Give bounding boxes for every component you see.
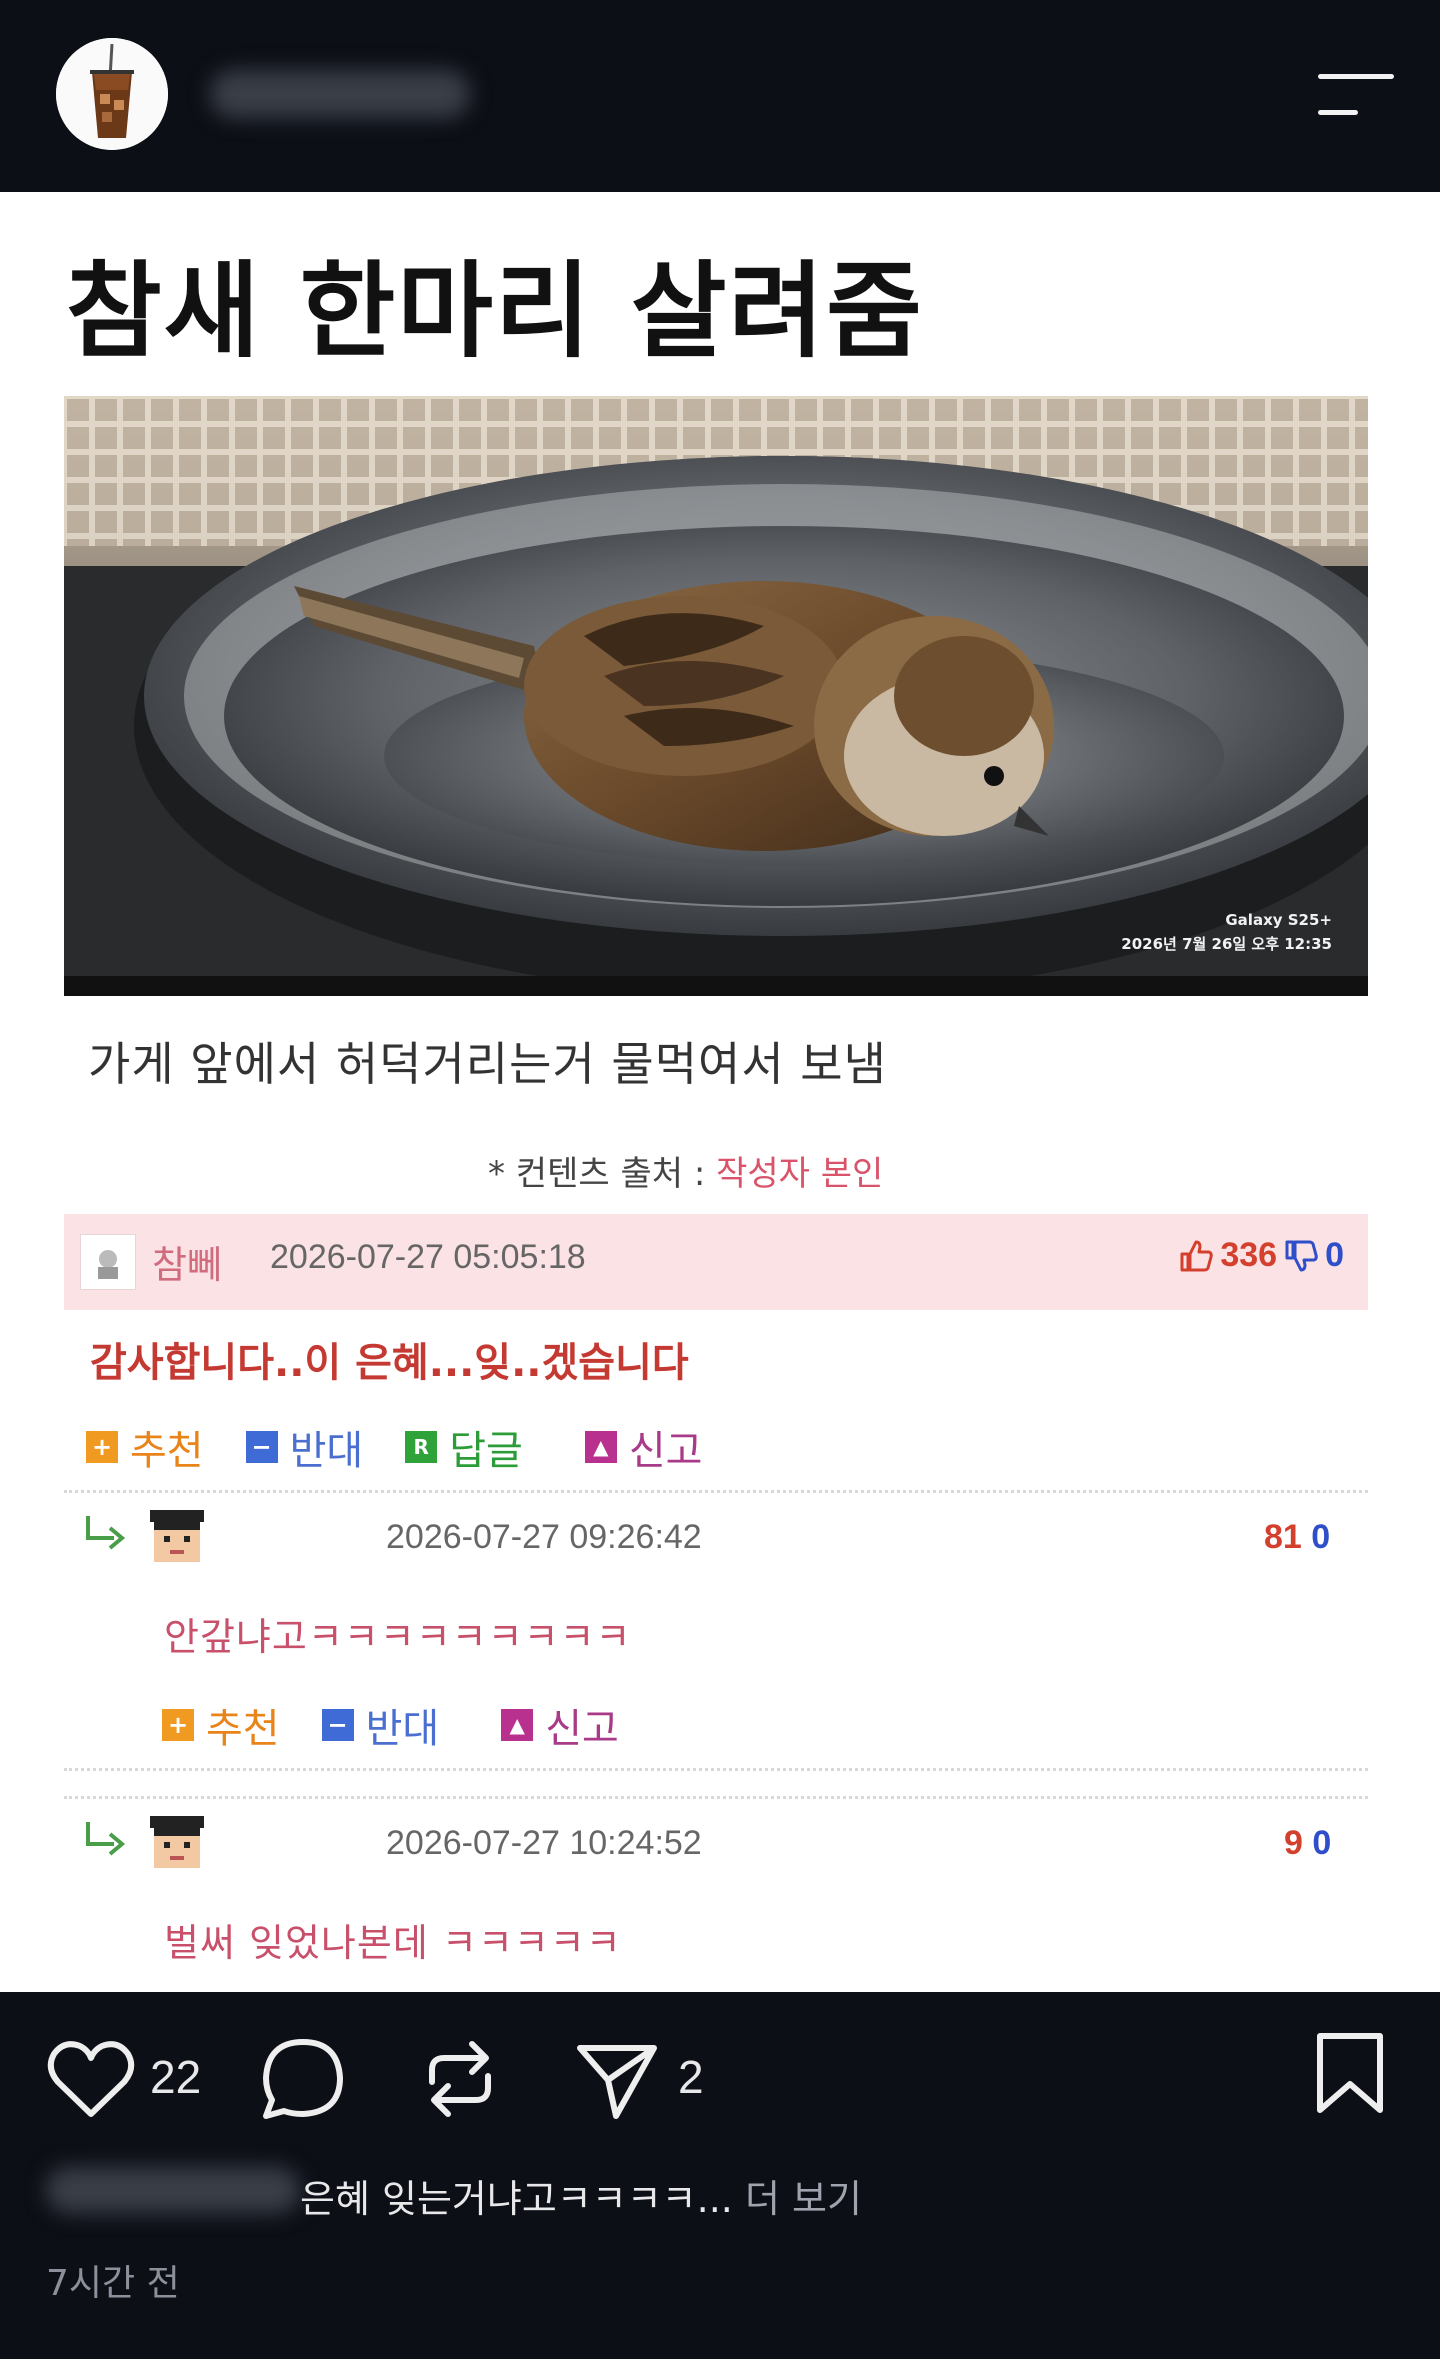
reply-avatar[interactable] — [144, 1506, 210, 1572]
reply-oppose-button[interactable]: − 반대 — [321, 1696, 440, 1754]
comment-votes: 336 0 — [1178, 1236, 1344, 1275]
sparrow-photo: Galaxy S25+ 2026년 7월 26일 오후 12:35 — [64, 396, 1368, 996]
post-description: 가게 앞에서 허덕거리는거 물먹여서 보냄 — [88, 1037, 887, 1091]
post-image-content: 참새 한마리 살려줌 Galaxy S25+ 2026년 7월 26일 오후 1… — [0, 192, 1440, 1992]
reply-report-button[interactable]: ▲ 신고 — [501, 1696, 619, 1754]
reply-recommend-button[interactable]: + 추천 — [162, 1696, 280, 1754]
source-label: * 컨텐츠 출처 : — [488, 1154, 717, 1194]
downvote-count: 0 — [1325, 1236, 1344, 1274]
divider — [64, 1768, 1368, 1771]
minus-icon: − — [245, 1431, 278, 1463]
oppose-label: 반대 — [365, 1706, 440, 1752]
reply-date: 2026-07-27 10:24:52 — [386, 1824, 702, 1862]
post-caption: 은혜 잊는거냐고ㅋㅋㅋㅋ... 더 보기 — [300, 2168, 862, 2223]
reply-badge-icon: R — [405, 1431, 438, 1463]
commenter-avatar-icon — [81, 1235, 135, 1289]
repost-icon[interactable] — [420, 2034, 500, 2124]
profile-avatar[interactable] — [56, 38, 168, 150]
reply-upvote-count: 9 — [1284, 1824, 1303, 1862]
comment-header: 참뻬 2026-07-27 05:05:18 336 0 — [64, 1214, 1368, 1310]
pixel-face-icon — [144, 1506, 210, 1572]
divider — [64, 1490, 1368, 1493]
reply-downvote-count: 0 — [1311, 1518, 1331, 1556]
oppose-button[interactable]: − 반대 — [245, 1418, 364, 1476]
reply-button[interactable]: R 답글 — [405, 1418, 523, 1476]
minus-icon: − — [321, 1709, 354, 1741]
commenter-name[interactable]: 참뻬 — [152, 1234, 222, 1289]
commenter-avatar[interactable] — [80, 1234, 136, 1290]
like-count: 22 — [150, 2051, 202, 2103]
plus-icon: + — [86, 1431, 118, 1463]
comment-bubble-icon[interactable] — [258, 2034, 348, 2124]
top-bar — [0, 0, 1440, 192]
reply-avatar[interactable] — [144, 1812, 210, 1878]
reply-arrow-icon — [84, 1512, 128, 1552]
oppose-label: 반대 — [289, 1428, 364, 1474]
post-title: 참새 한마리 살려줌 — [66, 250, 924, 372]
photo-timestamp: 2026년 7월 26일 오후 12:35 — [1121, 935, 1332, 953]
recommend-label: 추천 — [130, 1428, 204, 1474]
siren-icon: ▲ — [501, 1709, 534, 1741]
plus-icon: + — [162, 1709, 194, 1741]
pixel-face-icon — [144, 1812, 210, 1878]
report-label: 신고 — [628, 1428, 703, 1474]
recommend-button[interactable]: + 추천 — [86, 1418, 204, 1476]
share-send-icon[interactable] — [574, 2036, 660, 2122]
comment-text: 감사합니다..이 은혜...잊..겠습니다 — [90, 1340, 689, 1386]
bookmark-icon[interactable] — [1314, 2032, 1386, 2114]
see-more-link[interactable]: 더 보기 — [745, 2177, 862, 2221]
caption-text: 은혜 잊는거냐고ㅋㅋㅋㅋ... — [300, 2177, 745, 2221]
caption-username-blurred[interactable] — [46, 2167, 300, 2213]
report-button[interactable]: ▲ 신고 — [584, 1418, 703, 1476]
reply-upvote-count: 81 — [1264, 1518, 1302, 1556]
iced-coffee-avatar-icon — [56, 38, 168, 150]
reply-actions: + 추천 − 반대 ▲ 신고 — [162, 1696, 661, 1754]
username-blurred[interactable] — [210, 70, 470, 118]
source-value: 작성자 본인 — [716, 1154, 884, 1194]
thumbs-down-icon[interactable] — [1283, 1238, 1319, 1274]
post-time: 7시간 전 — [46, 2263, 180, 2304]
post-action-bar: 22 2 은혜 잊는거냐고ㅋㅋㅋㅋ... 더 보기 7시간 전 — [0, 1992, 1440, 2359]
reply-date: 2026-07-27 09:26:42 — [386, 1518, 702, 1556]
photo-camera-label: Galaxy S25+ — [1225, 911, 1332, 929]
report-label: 신고 — [545, 1706, 619, 1752]
share-count: 2 — [678, 2051, 704, 2103]
reply-text: 벌써 잊었나본데 ㅋㅋㅋㅋㅋ — [164, 1921, 622, 1965]
recommend-label: 추천 — [206, 1706, 280, 1752]
content-source: * 컨텐츠 출처 : 작성자 본인 — [488, 1146, 883, 1195]
menu-icon[interactable] — [1316, 72, 1396, 118]
sparrow-in-bowl-image — [64, 396, 1368, 996]
reply-votes: 81 0 — [1264, 1518, 1330, 1557]
siren-icon: ▲ — [584, 1431, 617, 1463]
reply-text: 안갚냐고ㅋㅋㅋㅋㅋㅋㅋㅋㅋ — [164, 1615, 632, 1659]
photo-watermark: Galaxy S25+ 2026년 7월 26일 오후 12:35 — [1121, 908, 1332, 956]
comment-actions: + 추천 − 반대 R 답글 ▲ 신고 — [86, 1418, 744, 1476]
reply-label: 답글 — [449, 1428, 523, 1474]
thumbs-up-icon[interactable] — [1178, 1238, 1214, 1274]
divider — [64, 1796, 1368, 1799]
reply-downvote-count: 0 — [1312, 1824, 1332, 1862]
reply-votes: 9 0 — [1284, 1824, 1331, 1863]
upvote-count: 336 — [1220, 1236, 1278, 1274]
comment-date: 2026-07-27 05:05:18 — [270, 1238, 586, 1276]
heart-icon[interactable] — [46, 2038, 136, 2120]
reply-arrow-icon — [84, 1818, 128, 1858]
